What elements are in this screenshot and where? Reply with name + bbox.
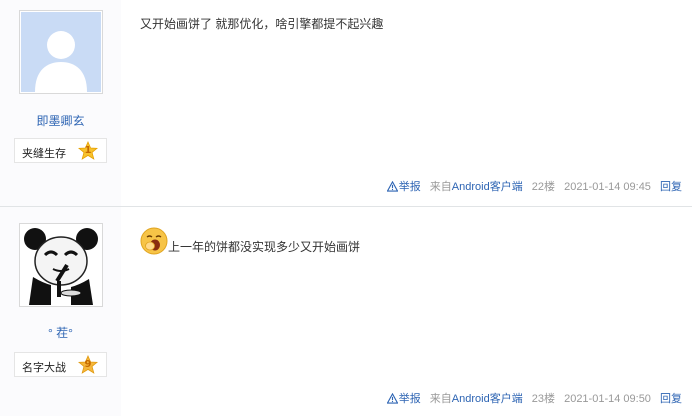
avatar[interactable] — [19, 223, 103, 307]
post-text: 上一年的饼都没实现多少又开始画饼 — [168, 240, 361, 254]
post-source: 来自Android客户端 — [430, 181, 523, 193]
reply-button[interactable]: 回复 — [660, 393, 682, 405]
post-text: 又开始画饼了 就那优化，啥引擎都提不起兴趣 — [140, 17, 384, 31]
report-link[interactable]: 举报 — [386, 393, 421, 405]
floor-number: 22楼 — [531, 181, 556, 193]
level-number: 1 — [84, 145, 92, 156]
report-label: 举报 — [398, 181, 421, 193]
post-content: 上一年的饼都没实现多少又开始画饼 — [140, 227, 360, 255]
client-link[interactable]: Android客户端 — [452, 181, 523, 193]
post-time: 2021-01-14 09:45 — [564, 181, 651, 193]
author-sidebar: 即墨卿玄 夹缝生存 1 — [0, 0, 121, 206]
level-star-icon: 1 — [78, 141, 98, 161]
report-link[interactable]: 举报 — [386, 181, 421, 193]
avatar[interactable] — [19, 10, 103, 94]
warning-icon — [386, 181, 398, 192]
author-sidebar: ° 茬° 名字大战 9 — [0, 207, 121, 416]
post-content: 又开始画饼了 就那优化，啥引擎都提不起兴趣 — [140, 15, 383, 32]
yawn-emoji-icon — [140, 227, 168, 255]
post-source: 来自Android客户端 — [430, 393, 523, 405]
username[interactable]: 即墨卿玄 — [0, 112, 121, 129]
panda-meme-avatar-icon — [21, 225, 101, 305]
floor-number: 23楼 — [531, 393, 556, 405]
client-link[interactable]: Android客户端 — [452, 393, 523, 405]
level-number: 9 — [84, 359, 92, 370]
username[interactable]: ° 茬° — [0, 324, 121, 341]
post-time: 2021-01-14 09:50 — [564, 393, 651, 405]
post-floor-23: ° 茬° 名字大战 9 上一年的饼都没实现多少又开始画饼 举报 来自Androi… — [0, 207, 692, 416]
badge-title: 名字大战 — [22, 362, 66, 374]
post-tail: 举报 来自Android客户端 22楼 2021-01-14 09:45 回复 — [386, 178, 682, 194]
report-label: 举报 — [398, 393, 421, 405]
level-star-icon: 9 — [78, 355, 98, 375]
source-prefix: 来自 — [429, 393, 452, 405]
member-badge[interactable]: 夹缝生存 1 — [14, 138, 107, 163]
source-prefix: 来自 — [429, 181, 452, 193]
reply-button[interactable]: 回复 — [660, 181, 682, 193]
badge-title: 夹缝生存 — [22, 148, 66, 160]
post-floor-22: 即墨卿玄 夹缝生存 1 又开始画饼了 就那优化，啥引擎都提不起兴趣 举报 来自A… — [0, 0, 692, 207]
post-tail: 举报 来自Android客户端 23楼 2021-01-14 09:50 回复 — [386, 390, 682, 406]
warning-icon — [386, 393, 398, 404]
default-avatar-icon — [21, 12, 101, 92]
member-badge[interactable]: 名字大战 9 — [14, 352, 107, 377]
